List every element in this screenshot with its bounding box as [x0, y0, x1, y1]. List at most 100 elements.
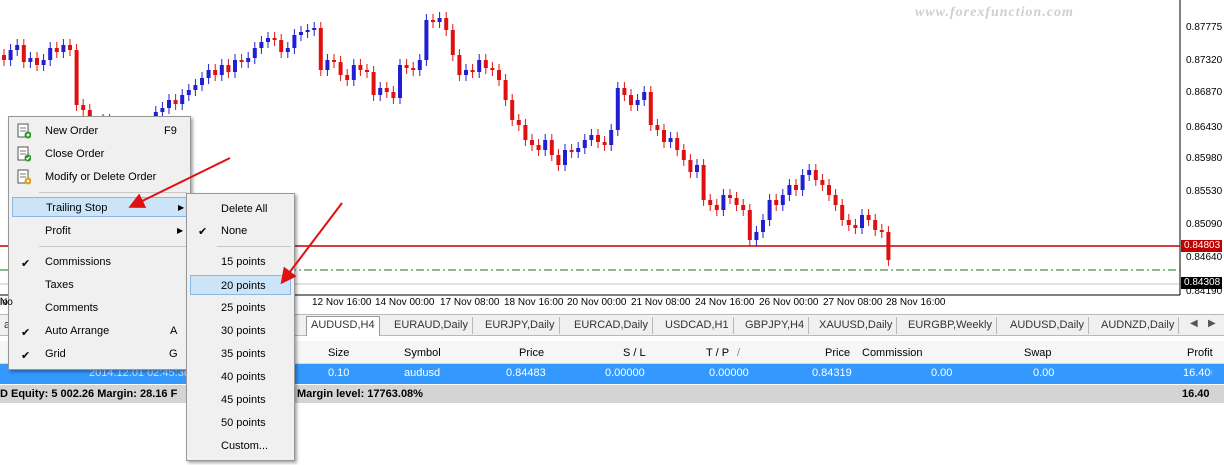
tab-audusd-daily[interactable]: AUDUSD,Daily — [1006, 317, 1089, 334]
tab-eurcad-daily[interactable]: EURCAD,Daily — [570, 317, 653, 334]
candle-body — [246, 58, 251, 62]
menu-commissions[interactable]: Commissions — [45, 252, 111, 272]
menu-taxes[interactable]: Taxes — [45, 275, 74, 295]
candle-body — [312, 28, 317, 30]
candle-body — [688, 160, 693, 172]
tab-scroll-right-icon[interactable]: ▶ — [1208, 318, 1216, 329]
submenu-30-points[interactable]: 30 points — [221, 321, 266, 341]
candle-body — [714, 205, 719, 210]
candle-body — [549, 140, 554, 155]
candle-body — [800, 175, 805, 190]
candle-body — [741, 205, 746, 210]
candle-body — [424, 20, 429, 60]
col-price[interactable]: Price — [519, 344, 544, 362]
candle-body — [450, 30, 455, 55]
candle-body — [886, 232, 891, 260]
order-size: 0.10 — [328, 367, 350, 379]
candle-body — [721, 195, 726, 210]
tab-audnzd-daily[interactable]: AUDNZD,Daily — [1097, 317, 1180, 334]
col-sl[interactable]: S / L — [623, 344, 646, 362]
candle-body — [860, 215, 864, 228]
candle-body — [35, 58, 39, 65]
menu-new-order[interactable]: New Order — [45, 121, 98, 141]
candle-body — [833, 195, 838, 205]
menu-trailing-stop[interactable]: Trailing Stop ▶ — [12, 197, 188, 217]
close-order-icon[interactable]: × — [1207, 367, 1213, 379]
tab-eurjpy-daily[interactable]: EURJPY,Daily — [481, 317, 560, 334]
candle-body — [371, 72, 376, 95]
submenu-20-points[interactable]: 20 points — [190, 275, 291, 295]
tab-scroll-left-icon[interactable]: ◀ — [1190, 318, 1198, 329]
date-axis-label: 17 Nov 08:00 — [440, 297, 500, 308]
submenu-custom[interactable]: Custom... — [221, 436, 268, 456]
submenu-45-points[interactable]: 45 points — [221, 390, 266, 410]
submenu-20-points-label: 20 points — [221, 280, 266, 292]
date-axis-label: 26 Nov 00:00 — [759, 297, 819, 308]
candle-body — [431, 20, 435, 22]
candle-body — [767, 200, 772, 220]
candle-body — [193, 85, 198, 90]
col-price2[interactable]: Price — [825, 344, 850, 362]
candle-body — [629, 95, 633, 105]
tab-audusd-h4[interactable]: AUDUSD,H4 — [306, 316, 380, 336]
date-axis-label: 21 Nov 08:00 — [631, 297, 691, 308]
submenu-40-points[interactable]: 40 points — [221, 367, 266, 387]
candle-body — [299, 32, 303, 35]
submenu-delete-all[interactable]: Delete All — [221, 199, 267, 219]
trailing-stop-submenu: Delete All ✔ None 15 points 20 points 25… — [186, 193, 295, 461]
candle-body — [827, 185, 831, 195]
tab-usdcad-h1[interactable]: USDCAD,H1 — [661, 317, 734, 334]
menu-new-order-shortcut: F9 — [164, 125, 177, 137]
candle-body — [457, 55, 462, 75]
candle-body — [794, 185, 798, 190]
candle-body — [569, 150, 574, 152]
candle-body — [576, 148, 581, 152]
tab-euraud-daily[interactable]: EURAUD,Daily — [390, 317, 473, 334]
col-swap[interactable]: Swap — [1024, 344, 1052, 362]
candle-body — [780, 195, 785, 205]
menu-profit[interactable]: Profit — [45, 221, 71, 241]
candle-body — [648, 92, 653, 125]
candle-body — [305, 30, 310, 32]
candle-body — [728, 195, 732, 198]
current-price-tag: 0.84308 — [1181, 277, 1222, 289]
order-price: 0.84483 — [506, 367, 546, 379]
submenu-25-points[interactable]: 25 points — [221, 298, 266, 318]
col-profit[interactable]: Profit — [1187, 344, 1213, 362]
candle-body — [167, 100, 171, 108]
submenu-15-points[interactable]: 15 points — [221, 252, 266, 272]
candle-body — [384, 88, 389, 92]
menu-auto-arrange[interactable]: Auto Arrange — [45, 321, 109, 341]
tab-xauusd-daily[interactable]: XAUUSD,Daily — [815, 317, 898, 334]
menu-modify-order[interactable]: Modify or Delete Order — [45, 167, 156, 187]
candle-body — [444, 18, 449, 30]
candle-body — [523, 125, 528, 140]
candle-body — [846, 220, 851, 225]
submenu-35-points[interactable]: 35 points — [221, 344, 266, 364]
candle-body — [378, 88, 383, 95]
price-axis-label: 0.85530 — [1186, 186, 1223, 197]
menu-close-order[interactable]: Close Order — [45, 144, 104, 164]
menu-comments[interactable]: Comments — [45, 298, 98, 318]
submenu-50-points[interactable]: 50 points — [221, 413, 266, 433]
date-axis-label: 20 Nov 00:00 — [567, 297, 627, 308]
tab-gbpjpy-h4[interactable]: GBPJPY,H4 — [741, 317, 810, 334]
menu-grid[interactable]: Grid — [45, 344, 66, 364]
col-symbol[interactable]: Symbol — [404, 344, 441, 362]
menu-separator — [217, 246, 291, 247]
candle-body — [497, 70, 501, 80]
candle-body — [226, 65, 231, 72]
check-icon: ✔ — [21, 327, 31, 339]
candle-body — [54, 48, 59, 52]
menu-separator — [39, 246, 187, 247]
col-size[interactable]: Size — [328, 344, 349, 362]
col-tp[interactable]: T / P — [706, 344, 729, 362]
col-commission[interactable]: Commission — [862, 344, 923, 362]
candle-body — [15, 45, 20, 50]
candle-body — [8, 50, 13, 60]
check-icon: ✔ — [21, 258, 31, 270]
modify-order-icon — [17, 169, 31, 185]
tab-eurgbp-weekly[interactable]: EURGBP,Weekly — [904, 317, 997, 334]
submenu-none[interactable]: None — [221, 221, 247, 241]
check-icon: ✔ — [198, 226, 208, 238]
